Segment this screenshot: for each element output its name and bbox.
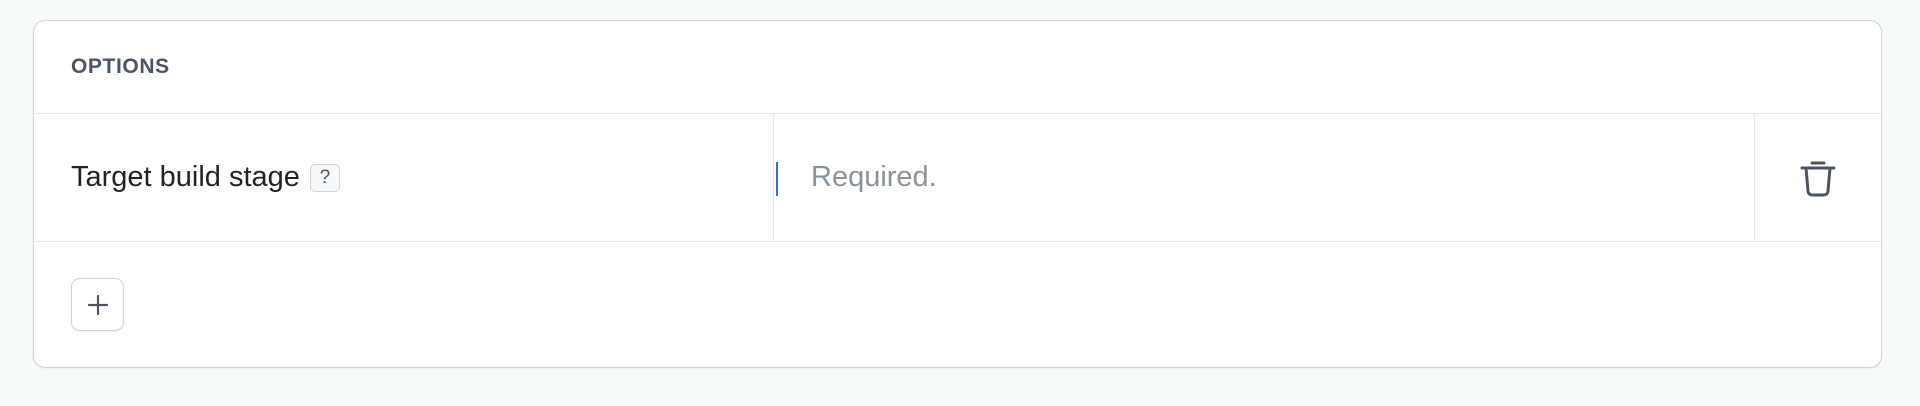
add-option-button[interactable] [71, 278, 124, 331]
delete-option-button[interactable] [1794, 154, 1842, 202]
option-label-cell: Target build stage ? [34, 114, 774, 241]
section-title: OPTIONS [71, 55, 170, 78]
option-value-cell [774, 114, 1755, 241]
text-caret [776, 162, 778, 196]
trash-icon [1800, 161, 1836, 196]
panel-header: OPTIONS [34, 21, 1881, 114]
option-label: Target build stage [71, 161, 300, 193]
option-value-input[interactable] [811, 161, 1754, 194]
option-action-cell [1755, 114, 1881, 241]
plus-icon [87, 294, 108, 315]
options-panel: OPTIONS Target build stage ? [33, 20, 1882, 368]
panel-footer [34, 242, 1881, 367]
help-badge[interactable]: ? [309, 163, 340, 192]
option-row: Target build stage ? [34, 114, 1881, 242]
